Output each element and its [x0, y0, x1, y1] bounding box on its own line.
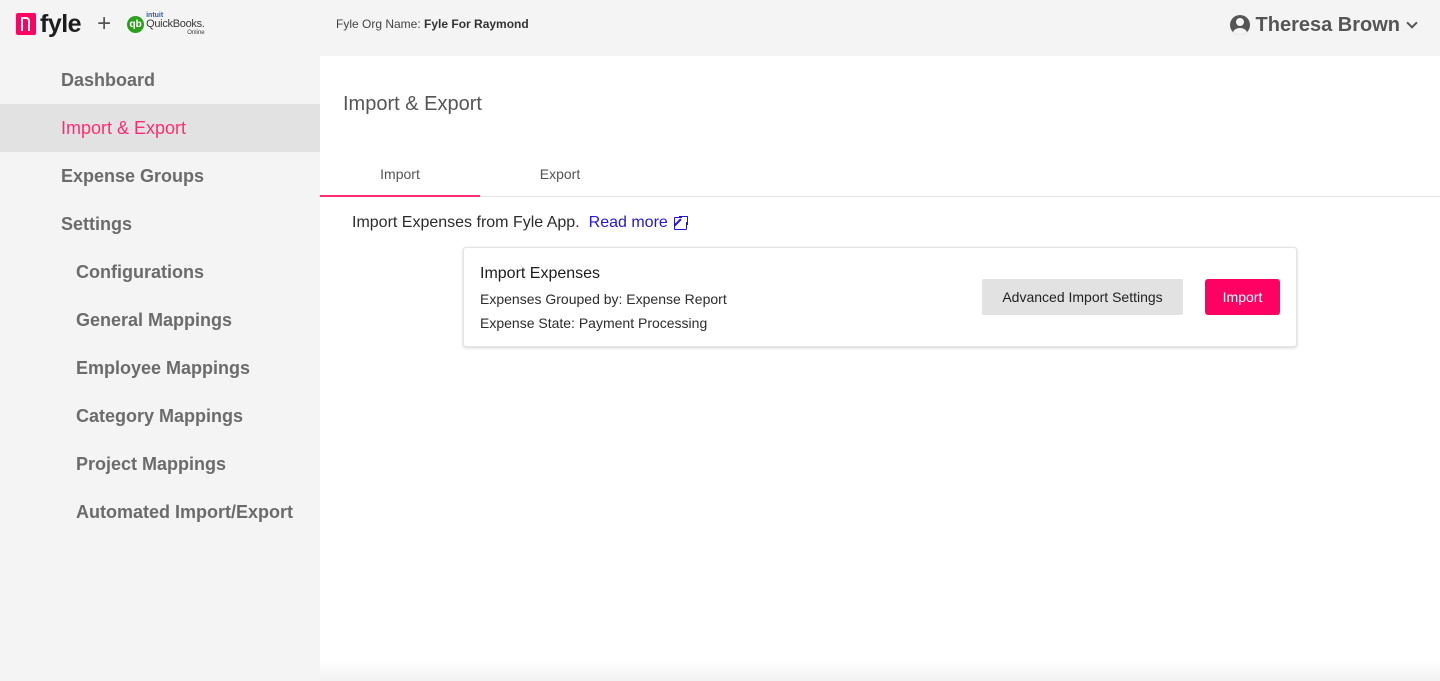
bottom-shade: [320, 661, 1440, 681]
read-more-label: Read more: [588, 214, 668, 231]
import-intro: Import Expenses from Fyle App. Read more: [352, 214, 689, 232]
card-title: Import Expenses: [480, 265, 601, 282]
sidebar-item-project-mappings[interactable]: Project Mappings: [0, 440, 320, 488]
intro-text: Import Expenses from Fyle App.: [352, 214, 580, 231]
read-more-link[interactable]: Read more: [588, 214, 689, 232]
sidebar-item-import-export[interactable]: Import & Export: [0, 104, 320, 152]
qb-name-text: QuickBooks.: [146, 18, 205, 30]
org-label: Fyle Org Name:: [336, 17, 421, 31]
import-expenses-card: Import Expenses Expenses Grouped by: Exp…: [463, 247, 1297, 347]
main-content: Import & Export Import Export Import Exp…: [320, 56, 1440, 681]
page-title: Import & Export: [343, 93, 482, 115]
top-header: fyle + qb intuit QuickBooks. Online Fyle…: [0, 0, 1440, 56]
user-name: Theresa Brown: [1255, 13, 1400, 36]
org-value: Fyle For Raymond: [424, 17, 529, 31]
sidebar-item-general-mappings[interactable]: General Mappings: [0, 296, 320, 344]
sidebar-item-dashboard[interactable]: Dashboard: [0, 56, 320, 104]
tab-import[interactable]: Import: [320, 152, 480, 197]
expense-state: Expense State: Payment Processing: [480, 315, 708, 331]
fyle-logo-icon: [16, 13, 36, 35]
fyle-wordmark: fyle: [40, 10, 82, 38]
sidebar: Dashboard Import & Export Expense Groups…: [0, 56, 320, 681]
sidebar-item-expense-groups[interactable]: Expense Groups: [0, 152, 320, 200]
advanced-import-settings-button[interactable]: Advanced Import Settings: [982, 279, 1183, 315]
tab-bar: Import Export: [320, 152, 1440, 197]
brand: fyle + qb intuit QuickBooks. Online: [16, 10, 205, 38]
sidebar-item-automated-import-export[interactable]: Automated Import/Export: [0, 488, 320, 536]
sidebar-item-settings[interactable]: Settings: [0, 200, 320, 248]
user-menu[interactable]: Theresa Brown: [1229, 13, 1418, 37]
expenses-grouped-by: Expenses Grouped by: Expense Report: [480, 291, 727, 307]
user-avatar-icon: [1229, 15, 1250, 35]
qb-online-text: Online: [187, 30, 205, 36]
sidebar-item-configurations[interactable]: Configurations: [0, 248, 320, 296]
tab-export[interactable]: Export: [480, 152, 640, 196]
external-link-icon: [673, 214, 689, 230]
import-button[interactable]: Import: [1205, 279, 1280, 315]
org-name: Fyle Org Name: Fyle For Raymond: [336, 17, 529, 31]
quickbooks-icon: qb: [127, 15, 145, 33]
sidebar-item-employee-mappings[interactable]: Employee Mappings: [0, 344, 320, 392]
sidebar-item-category-mappings[interactable]: Category Mappings: [0, 392, 320, 440]
chevron-down-icon: [1406, 17, 1418, 29]
plus-icon: +: [97, 10, 112, 37]
quickbooks-logo: qb intuit QuickBooks. Online: [127, 12, 205, 36]
